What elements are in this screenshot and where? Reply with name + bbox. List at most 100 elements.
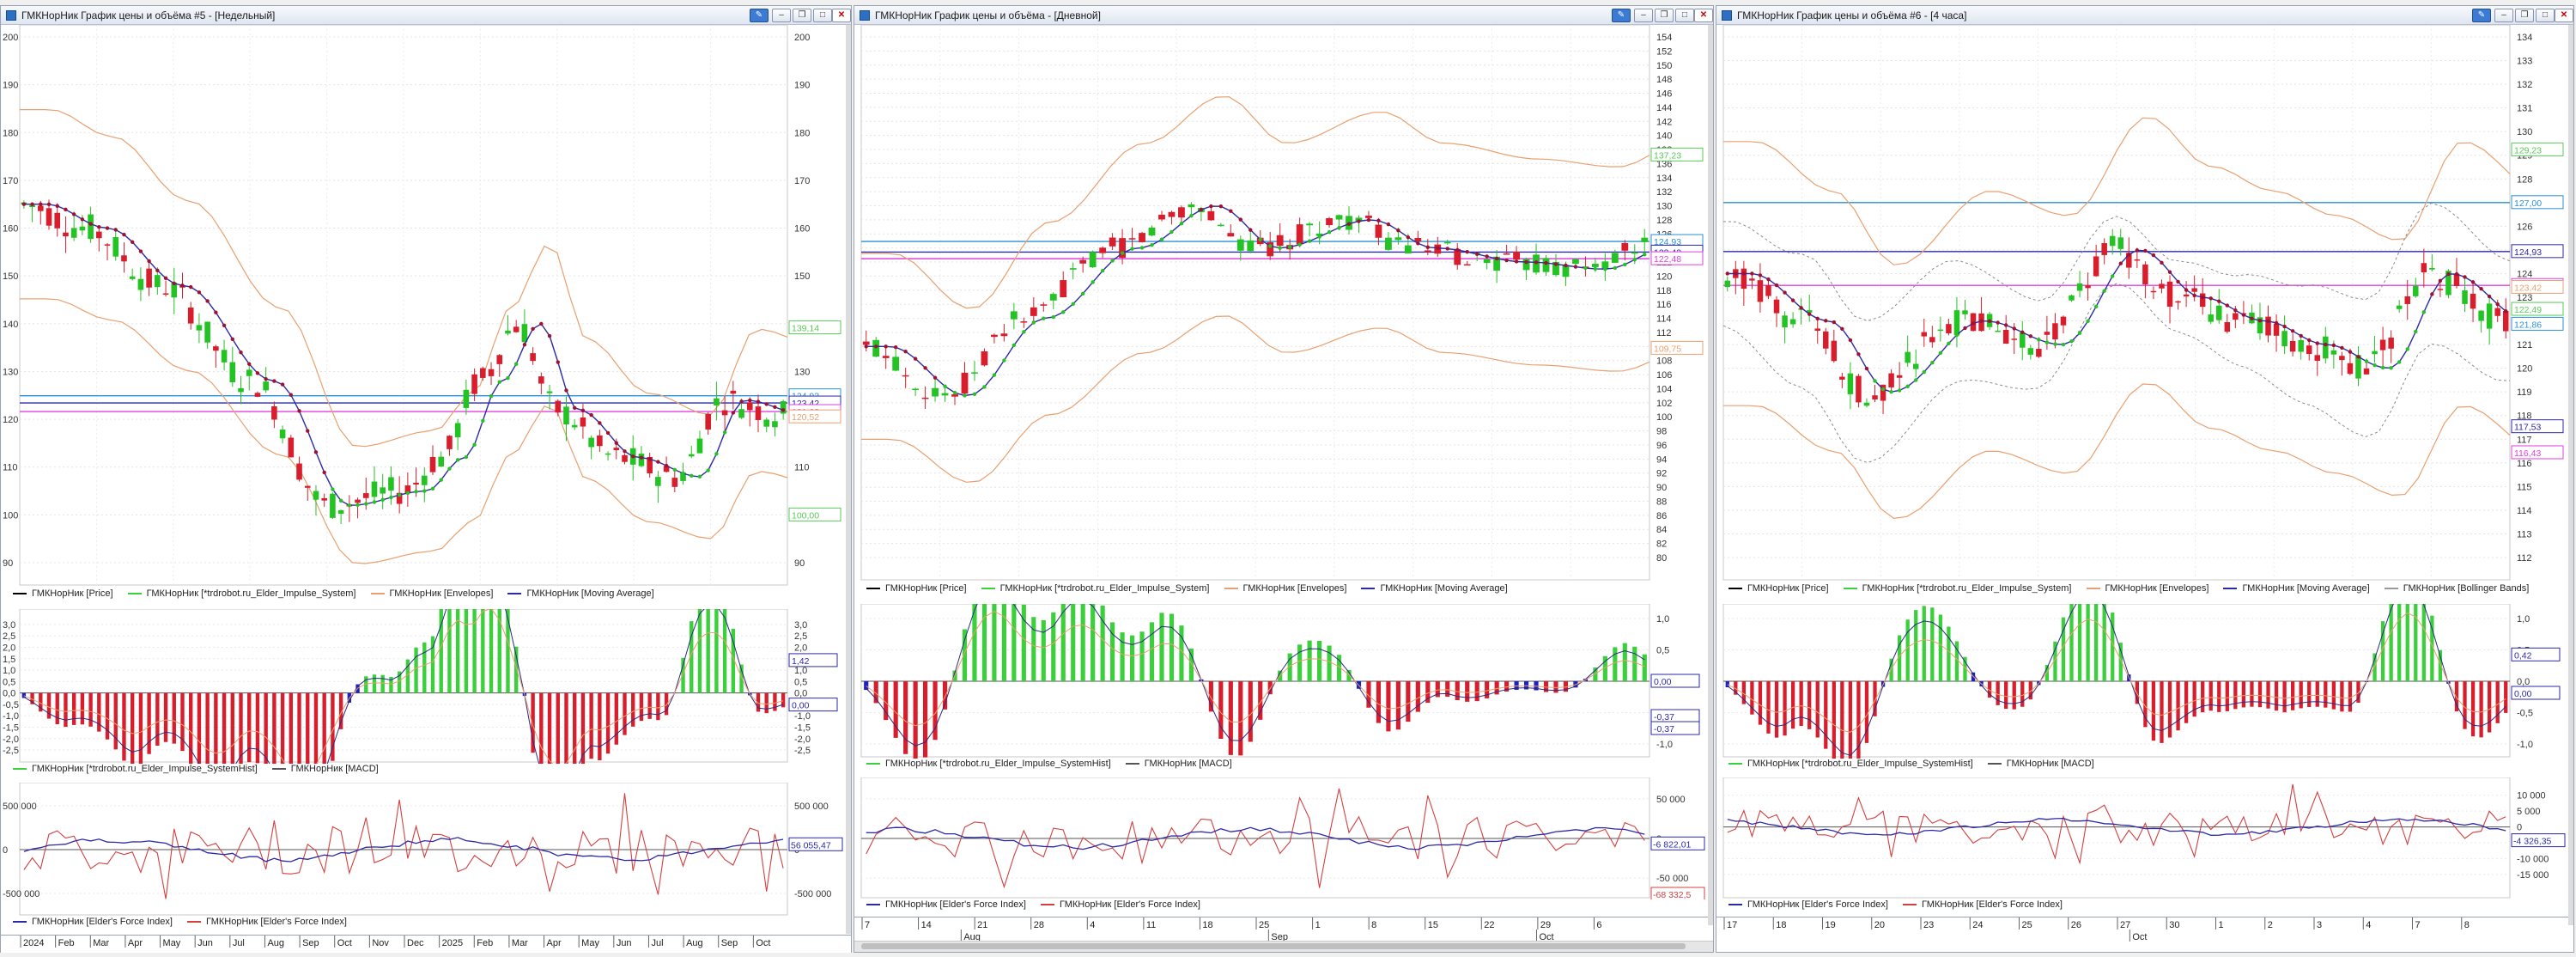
window-titlebar[interactable]: ГМКНорНик График цены и объёма - [Дневно… [854, 6, 1713, 25]
candle-body [1757, 280, 1764, 302]
candle-body [2027, 348, 2034, 355]
window-title: ГМКНорНик График цены и объёма #6 - [4 ч… [1737, 9, 1967, 21]
restore-button[interactable]: ❐ [2515, 9, 2534, 22]
price-pane[interactable]: 200 200 190 190 180 180 170 170 160 160 150 150 140 1… [1, 25, 851, 588]
candle-body [597, 435, 603, 447]
impulse-dot [1366, 217, 1371, 222]
candle-body [471, 374, 477, 394]
force-index-chart[interactable]: 10 0005 0000-5 000-10 000-15 000-4 326,3… [1716, 777, 2570, 899]
y-tick-label: -2,5 [794, 746, 811, 756]
candle-body [2502, 310, 2509, 332]
vertical-scrollbar[interactable] [2568, 25, 2573, 925]
close-button[interactable]: ✕ [2555, 9, 2573, 22]
force-index-chart[interactable]: 50 0000-50 000-6 822,01-68 332,5 [854, 777, 1710, 899]
impulse-dot [2127, 253, 2131, 257]
candle-body [70, 228, 77, 238]
impulse-dot [272, 379, 276, 383]
y-tick-label: 113 [2517, 529, 2532, 539]
price-tag: 120,52 [792, 412, 819, 423]
macd-pane[interactable]: 1,00,50,0-0,5-1,00,420,00 [1716, 604, 2573, 759]
y-tick-label-left: 100 [3, 510, 18, 521]
price-pane[interactable]: 1541521501481461441421401381361341321301… [854, 25, 1713, 583]
minimize-button[interactable]: – [772, 9, 791, 22]
pin-icon[interactable]: ✎ [750, 9, 769, 22]
impulse-dot [756, 399, 761, 404]
close-button[interactable]: ✕ [1694, 9, 1713, 22]
impulse-dot [1799, 306, 1803, 310]
candle-body [1483, 259, 1491, 264]
window-titlebar[interactable]: ГМКНорНик График цены и объёма #5 - [Нед… [1, 6, 851, 25]
window-titlebar[interactable]: ГМКНорНик График цены и объёма #6 - [4 ч… [1716, 6, 2573, 25]
horizontal-scrollbar[interactable] [854, 941, 1713, 952]
close-button[interactable]: ✕ [832, 9, 851, 22]
minimize-button[interactable]: – [2494, 9, 2513, 22]
plot-area [19, 783, 788, 916]
price-chart[interactable]: 1541521501481461441421401381361341321301… [854, 25, 1710, 583]
macd-chart[interactable]: 1,00,50,0-0,5-1,00,00-0,37-0,37 [854, 604, 1710, 759]
price-pane[interactable]: 1341331321311301291281271261251241231221… [1716, 25, 2573, 583]
macd-pane[interactable]: 1,00,50,0-0,5-1,00,00-0,37-0,37 [854, 604, 1713, 759]
maximize-button[interactable]: □ [2536, 9, 2555, 22]
macd-chart[interactable]: 1,00,50,0-0,5-1,00,420,00 [1716, 604, 2570, 759]
candle-body [2298, 339, 2304, 352]
macd-chart[interactable]: 3,03,02,52,52,02,01,51,51,01,00,50,50,00… [1, 609, 848, 764]
candle-body [1814, 328, 1820, 332]
impulse-dot [2208, 296, 2213, 301]
chart-window-weekly[interactable]: ГМКНорНик График цены и объёма #5 - [Нед… [0, 5, 852, 953]
date-label: 6 [1596, 920, 1601, 930]
pin-icon[interactable]: ✎ [1612, 9, 1631, 22]
y-tick-label: 108 [1656, 357, 1672, 367]
candle-body [1217, 224, 1224, 227]
candle-body [2044, 332, 2050, 335]
date-label: 18 [1202, 920, 1212, 930]
maximize-button[interactable]: □ [813, 9, 832, 22]
impulse-dot [764, 402, 769, 406]
macd-pane[interactable]: 3,03,02,52,52,02,01,51,51,01,00,50,50,00… [1, 609, 851, 764]
y-tick-label-left: 140 [3, 320, 18, 330]
vertical-scrollbar[interactable] [846, 25, 851, 934]
impulse-dot [39, 202, 43, 206]
impulse-dot [1031, 320, 1036, 325]
date-label: Aug [267, 938, 284, 948]
price-chart[interactable]: 1341331321311301291281271261251241231221… [1716, 25, 2570, 583]
restore-button[interactable]: ❐ [793, 9, 811, 22]
date-label: Apr [128, 938, 143, 948]
date-label: Sep [721, 938, 738, 948]
force-index-pane[interactable]: 10 0005 0000-5 000-10 000-15 000-4 326,3… [1716, 777, 2573, 899]
force-tag: -4 326,35 [2513, 837, 2552, 847]
y-tick-label: 1,0 [1656, 614, 1669, 625]
candle-body [1394, 237, 1402, 241]
restore-button[interactable]: ❐ [1655, 9, 1674, 22]
y-tick-label-left: -1,5 [3, 722, 19, 733]
price-tag: 137,23 [1654, 150, 1681, 161]
candle-body [555, 400, 562, 413]
candle-body [380, 487, 386, 494]
vertical-scrollbar[interactable] [1708, 25, 1713, 925]
scrollbar-thumb[interactable] [861, 943, 1686, 949]
candle-body [1000, 333, 1008, 337]
impulse-dot [1346, 222, 1352, 226]
impulse-dot [1425, 245, 1431, 249]
chart-window-daily[interactable]: ГМКНорНик График цены и объёма - [Дневно… [854, 5, 1714, 953]
candle-body [892, 357, 900, 371]
y-tick-label: 0,0 [2517, 677, 2530, 687]
impulse-dot [933, 375, 938, 380]
maximize-button[interactable]: □ [1675, 9, 1694, 22]
candle-body [1611, 253, 1619, 263]
pin-icon[interactable]: ✎ [2472, 9, 2491, 22]
minimize-button[interactable]: – [1634, 9, 1653, 22]
candle-body [763, 419, 770, 427]
candle-body [1020, 321, 1028, 323]
candle-body [2191, 288, 2197, 292]
y-tick-label: -1,0 [1656, 740, 1673, 750]
y-tick-label-left: 170 [3, 176, 18, 186]
chart-window-4h[interactable]: ГМКНорНик График цены и объёма #6 - [4 ч… [1716, 5, 2574, 953]
price-chart[interactable]: 200 200 190 190 180 180 170 170 160 160 150 150 140 1… [1, 25, 848, 588]
impulse-dot [2463, 275, 2467, 279]
impulse-dot [664, 463, 669, 468]
impulse-dot [614, 441, 618, 445]
force-index-chart[interactable]: 500 000500 00000-500 000-500 00056 055,4… [1, 783, 848, 917]
force-index-pane[interactable]: 500 000500 00000-500 000-500 00056 055,4… [1, 783, 851, 917]
force-index-pane[interactable]: 50 0000-50 000-6 822,01-68 332,5 [854, 777, 1713, 899]
impulse-dot [1209, 204, 1213, 209]
